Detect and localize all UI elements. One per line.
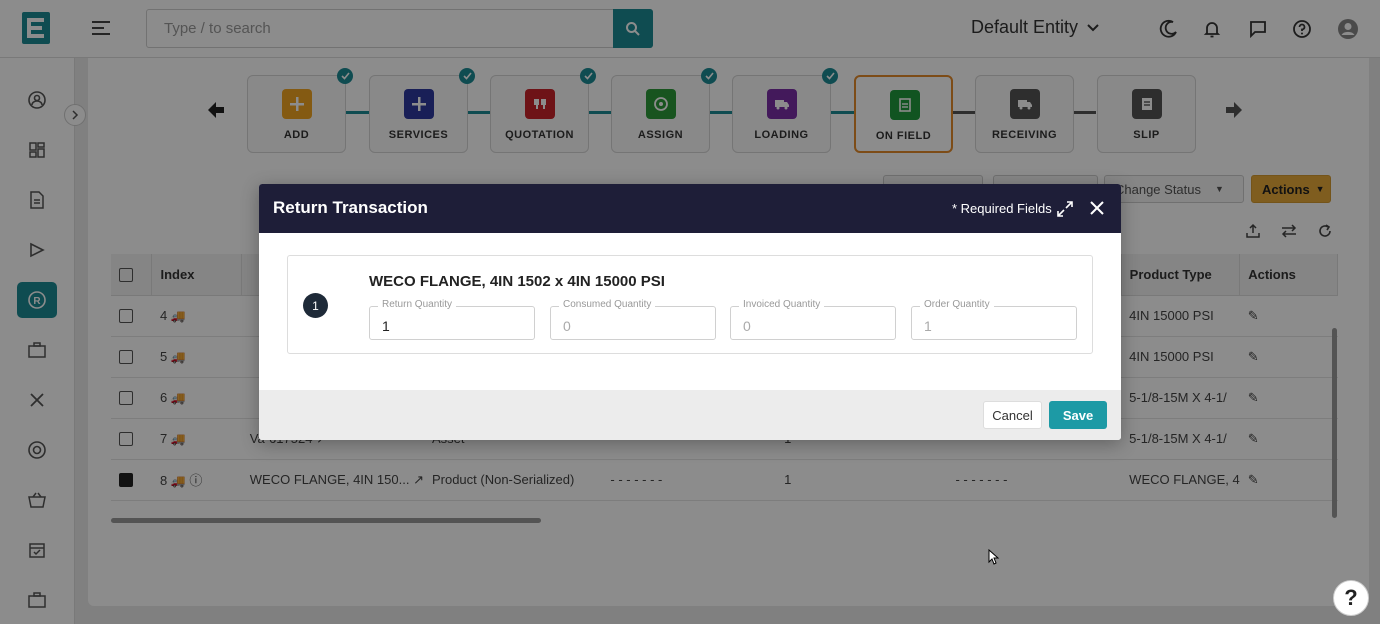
save-button[interactable]: Save [1049, 401, 1107, 429]
modal-footer: Cancel Save [259, 390, 1121, 440]
return-item-card: 1 WECO FLANGE, 4IN 1502 x 4IN 15000 PSI … [287, 255, 1093, 354]
order-quantity-label: Order Quantity [920, 299, 994, 310]
invoiced-quantity-label: Invoiced Quantity [739, 299, 825, 310]
modal-title: Return Transaction [273, 198, 428, 217]
modal-body: 1 WECO FLANGE, 4IN 1502 x 4IN 15000 PSI … [259, 233, 1121, 390]
return-quantity-label: Return Quantity [378, 299, 457, 310]
modal-header: Return Transaction * Required Fields [259, 184, 1121, 233]
consumed-quantity-label: Consumed Quantity [559, 299, 656, 310]
expand-icon[interactable] [1056, 200, 1074, 218]
app-root: Default Entity [0, 0, 1380, 624]
invoiced-quantity-field: Invoiced Quantity [730, 299, 896, 340]
consumed-quantity-field: Consumed Quantity [550, 299, 716, 340]
return-quantity-field: Return Quantity [369, 299, 535, 340]
order-quantity-field: Order Quantity [911, 299, 1077, 340]
close-icon[interactable] [1088, 199, 1106, 217]
help-fab-button[interactable]: ? [1333, 580, 1369, 616]
mouse-cursor-icon [988, 549, 1000, 565]
return-transaction-modal: Return Transaction * Required Fields 1 W… [259, 184, 1121, 440]
invoiced-quantity-input [731, 307, 895, 339]
consumed-quantity-input [551, 307, 715, 339]
order-quantity-input [912, 307, 1076, 339]
return-quantity-input[interactable] [370, 307, 534, 339]
required-fields-note: * Required Fields [952, 201, 1052, 216]
item-number-badge: 1 [303, 293, 328, 318]
item-title: WECO FLANGE, 4IN 1502 x 4IN 15000 PSI [369, 273, 665, 290]
cancel-button[interactable]: Cancel [983, 401, 1042, 429]
